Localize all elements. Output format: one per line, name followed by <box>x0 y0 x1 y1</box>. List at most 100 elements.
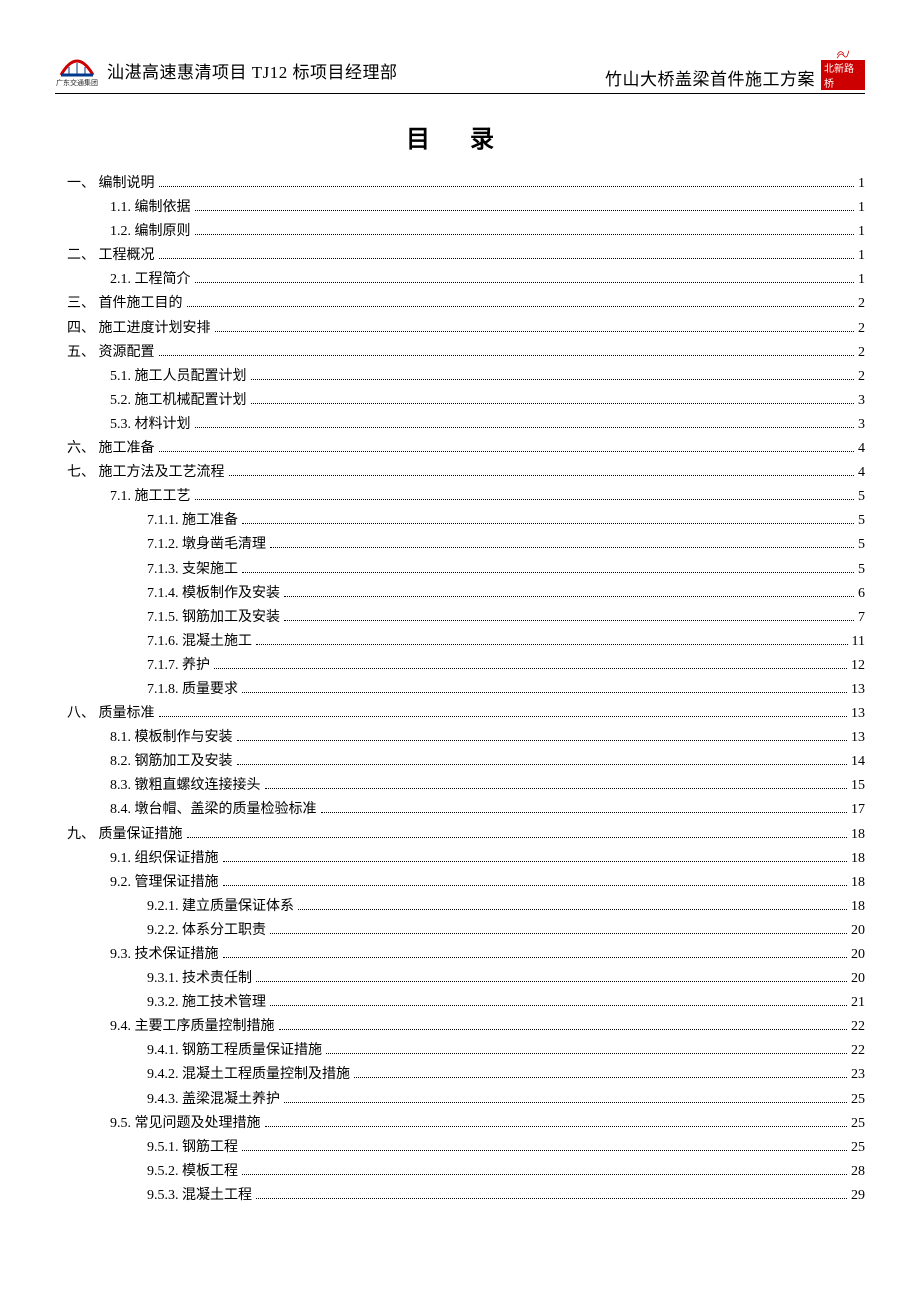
toc-dots <box>195 499 855 500</box>
toc-label: 7.1.7. 养护 <box>147 654 210 677</box>
toc-entry: 9.1. 组织保证措施 18 <box>55 847 865 870</box>
toc-entry: 8.2. 钢筋加工及安装14 <box>55 750 865 773</box>
toc-entry: 9.2.1. 建立质量保证体系 18 <box>55 895 865 918</box>
toc-entry: 7.1.4. 模板制作及安装6 <box>55 582 865 605</box>
toc-label: 八、 质量标准 <box>67 702 155 725</box>
toc-dots <box>159 451 855 452</box>
toc-page: 4 <box>858 437 865 460</box>
toc-dots <box>256 1198 847 1199</box>
toc-dots <box>159 716 848 717</box>
toc-label: 9.4.2. 混凝土工程质量控制及措施 <box>147 1063 350 1086</box>
toc-label: 8.4. 墩台帽、盖梁的质量检验标准 <box>110 798 317 821</box>
toc-entry: 四、 施工进度计划安排 2 <box>55 317 865 340</box>
toc-dots <box>195 234 855 235</box>
toc-label: 9.1. 组织保证措施 <box>110 847 219 870</box>
toc-page: 21 <box>851 991 865 1014</box>
toc-page: 3 <box>858 413 865 436</box>
toc-page: 13 <box>851 726 865 749</box>
toc-page: 18 <box>851 823 865 846</box>
toc-page: 1 <box>858 220 865 243</box>
toc-label: 9.4.1. 钢筋工程质量保证措施 <box>147 1039 322 1062</box>
toc-dots <box>242 523 854 524</box>
toc-label: 8.1. 模板制作与安装 <box>110 726 233 749</box>
toc-page: 12 <box>851 654 865 677</box>
header-left-title: 汕湛高速惠清项目 TJ12 标项目经理部 <box>107 58 398 83</box>
toc-entry: 8.1. 模板制作与安装 13 <box>55 726 865 749</box>
toc-dots <box>284 1102 847 1103</box>
toc-page: 2 <box>858 292 865 315</box>
stroke-icon <box>827 50 859 59</box>
toc-entry: 9.5.3. 混凝土工程29 <box>55 1184 865 1207</box>
toc-entry: 五、 资源配置2 <box>55 341 865 364</box>
toc-dots <box>354 1077 847 1078</box>
toc-dots <box>279 1029 848 1030</box>
toc-label: 7.1.1. 施工准备 <box>147 509 238 532</box>
toc-page: 11 <box>852 630 865 653</box>
toc-entry: 9.3.1. 技术责任制 20 <box>55 967 865 990</box>
toc-label: 1.2. 编制原则 <box>110 220 191 243</box>
toc-label: 9.5.1. 钢筋工程 <box>147 1136 238 1159</box>
toc-entry: 9.2. 管理保证措施18 <box>55 871 865 894</box>
toc-label: 1.1. 编制依据 <box>110 196 191 219</box>
toc-page: 18 <box>851 847 865 870</box>
toc-page: 22 <box>851 1015 865 1038</box>
toc-page: 5 <box>858 533 865 556</box>
toc-page: 1 <box>858 196 865 219</box>
toc-entry: 9.5.1. 钢筋工程25 <box>55 1136 865 1159</box>
toc-dots <box>187 306 855 307</box>
toc-dots <box>214 668 847 669</box>
toc-dots <box>187 837 848 838</box>
toc-entry: 9.5. 常见问题及处理措施25 <box>55 1112 865 1135</box>
toc-dots <box>242 692 847 693</box>
toc-label: 二、 工程概况 <box>67 244 155 267</box>
toc-page: 2 <box>858 317 865 340</box>
toc-title: 目录 <box>75 119 865 154</box>
toc-page: 18 <box>851 895 865 918</box>
toc-label: 三、 首件施工目的 <box>67 292 183 315</box>
toc-label: 9.3.1. 技术责任制 <box>147 967 252 990</box>
toc-label: 9.2. 管理保证措施 <box>110 871 219 894</box>
toc-label: 六、 施工准备 <box>67 437 155 460</box>
toc-entry: 9.4.1. 钢筋工程质量保证措施22 <box>55 1039 865 1062</box>
toc-label: 5.2. 施工机械配置计划 <box>110 389 247 412</box>
toc-label: 四、 施工进度计划安排 <box>67 317 211 340</box>
toc-entry: 5.2. 施工机械配置计划3 <box>55 389 865 412</box>
toc-entry: 9.4.2. 混凝土工程质量控制及措施23 <box>55 1063 865 1086</box>
toc-page: 20 <box>851 943 865 966</box>
toc-entry: 九、 质量保证措施18 <box>55 823 865 846</box>
table-of-contents: 一、 编制说明 1 1.1. 编制依据 1 1.2. 编制原则 1 二、 工程概况 1 2.1.… <box>55 172 865 1207</box>
toc-dots <box>215 331 855 332</box>
toc-dots <box>195 210 855 211</box>
toc-dots <box>195 282 855 283</box>
toc-dots <box>265 1126 848 1127</box>
left-logo-label: 广东交通集团 <box>56 78 98 88</box>
toc-label: 7.1.6. 混凝土施工 <box>147 630 252 653</box>
right-logo-label: 北新路桥 <box>821 60 865 90</box>
toc-label: 一、 编制说明 <box>67 172 155 195</box>
toc-label: 9.5.2. 模板工程 <box>147 1160 238 1183</box>
toc-label: 2.1. 工程简介 <box>110 268 191 291</box>
toc-page: 1 <box>858 244 865 267</box>
toc-entry: 9.2.2. 体系分工职责20 <box>55 919 865 942</box>
toc-dots <box>284 596 854 597</box>
toc-page: 5 <box>858 485 865 508</box>
toc-page: 20 <box>851 967 865 990</box>
toc-entry: 7.1.5. 钢筋加工及安装7 <box>55 606 865 629</box>
toc-label: 9.2.1. 建立质量保证体系 <box>147 895 294 918</box>
toc-page: 7 <box>858 606 865 629</box>
toc-page: 1 <box>858 172 865 195</box>
toc-label: 9.3.2. 施工技术管理 <box>147 991 266 1014</box>
toc-dots <box>242 1150 847 1151</box>
toc-entry: 7.1.2. 墩身凿毛清理5 <box>55 533 865 556</box>
toc-dots <box>265 788 848 789</box>
toc-dots <box>256 981 847 982</box>
toc-label: 五、 资源配置 <box>67 341 155 364</box>
toc-dots <box>223 957 848 958</box>
toc-page: 15 <box>851 774 865 797</box>
toc-label: 7.1.3. 支架施工 <box>147 558 238 581</box>
toc-entry: 5.3. 材料计划 3 <box>55 413 865 436</box>
toc-dots <box>229 475 855 476</box>
toc-entry: 8.4. 墩台帽、盖梁的质量检验标准17 <box>55 798 865 821</box>
toc-label: 5.3. 材料计划 <box>110 413 191 436</box>
toc-label: 7.1.4. 模板制作及安装 <box>147 582 280 605</box>
